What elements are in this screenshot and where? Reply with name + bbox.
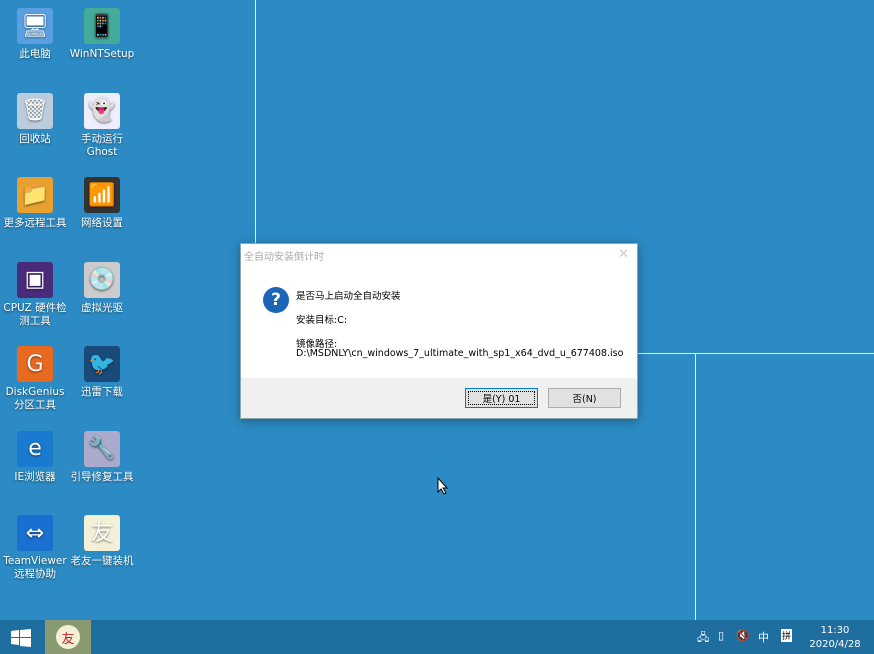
desktop-icon[interactable]: 📱 WinNTSetup — [68, 8, 136, 61]
desktop-icon-label: 回收站 — [19, 132, 51, 145]
question-text: 是否马上启动全自动安装 — [296, 291, 401, 302]
app-icon: G — [17, 346, 53, 382]
desktop-icon-label: 手动运行Ghost — [81, 132, 123, 158]
divider — [638, 353, 874, 354]
desktop-icon[interactable]: ▣ CPUZ 硬件检测工具 — [1, 261, 69, 328]
volume-muted-icon[interactable]: 🔇 — [736, 629, 750, 642]
clock-date: 2020/4/28 — [809, 639, 861, 650]
desktop-icon-label: 虚拟光驱 — [81, 301, 123, 314]
desktop-icon[interactable]: G DiskGenius分区工具 — [1, 346, 69, 412]
desktop-icon[interactable]: 友老友一键装机 — [68, 515, 136, 568]
app-icon: 📶 — [84, 177, 120, 213]
ime-indicator[interactable]: 中 — [758, 629, 769, 645]
dialog-title: 全自动安装倒计时 — [244, 252, 324, 263]
divider — [695, 353, 696, 620]
desktop-icon[interactable]: 🖥 此电脑 — [1, 8, 69, 61]
desktop-icon-label: 引导修复工具 — [70, 470, 134, 483]
yes-button[interactable]: 是(Y) 01 — [465, 388, 538, 408]
desktop-icon-label: 此电脑 — [19, 48, 51, 60]
app-icon: 💿 — [84, 261, 120, 298]
clock-time: 11:30 — [820, 625, 850, 636]
desktop-icon[interactable]: ⇔ TeamViewer远程协助 — [1, 515, 69, 581]
target-text: 安装目标:C: — [296, 315, 348, 326]
desktop-icon[interactable]: e IE浏览器 — [1, 430, 69, 484]
app-icon: e — [17, 430, 53, 467]
taskbar: 友 🖧 ▯ 🔇 中 拼 11:30 2020/4/28 — [0, 620, 874, 654]
desktop-icon-label: TeamViewer远程协助 — [3, 555, 67, 580]
desktop-icon-label: CPUZ 硬件检测工具 — [3, 301, 67, 327]
close-icon[interactable]: ✕ — [618, 247, 629, 262]
app-icon: 📱 — [84, 8, 120, 44]
divider — [255, 0, 256, 243]
desktop-icon-label: 老友一键装机 — [70, 555, 134, 567]
desktop-icon-label: 更多远程工具 — [3, 217, 67, 229]
usb-icon[interactable]: ▯ — [718, 629, 724, 642]
app-icon: 🔧 — [84, 430, 120, 467]
windows-start-icon[interactable] — [11, 629, 31, 647]
question-icon: ? — [263, 287, 289, 313]
desktop-icon[interactable]: 🐦 迅雷下载 — [68, 346, 136, 399]
app-icon: 友 — [84, 515, 120, 551]
image-path: D:\MSDNLY\cn_windows_7_ultimate_with_sp1… — [296, 348, 624, 359]
app-icon: 📁 — [17, 177, 53, 213]
app-icon: ▣ — [17, 261, 53, 298]
app-icon: ⇔ — [17, 515, 53, 551]
mouse-cursor-icon — [437, 477, 449, 495]
desktop-icon-label: IE浏览器 — [14, 470, 56, 483]
desktop-icon[interactable]: 🗑 回收站 — [1, 92, 69, 146]
desktop-icon-label: 迅雷下载 — [81, 386, 123, 398]
no-button[interactable]: 否(N) — [548, 388, 621, 408]
desktop-icon-label: WinNTSetup — [69, 48, 135, 60]
taskbar-app-laoyou[interactable]: 友 — [45, 620, 91, 654]
install-countdown-dialog: 全自动安装倒计时 ✕ ? 是否马上启动全自动安装 安装目标:C: 镜像路径: D… — [240, 243, 638, 419]
desktop-icon[interactable]: 🔧 引导修复工具 — [68, 430, 136, 484]
laoyou-icon: 友 — [56, 625, 80, 649]
app-icon: 👻 — [84, 92, 120, 129]
network-icon[interactable]: 🖧 — [697, 629, 709, 648]
desktop-icon-label: DiskGenius分区工具 — [5, 386, 65, 411]
desktop-icon-label: 网络设置 — [81, 217, 123, 229]
desktop-icon[interactable]: 📁 更多远程工具 — [1, 177, 69, 230]
clock[interactable]: 11:30 2020/4/28 — [805, 624, 865, 652]
ime-mode-icon[interactable]: 拼 — [781, 629, 793, 642]
app-icon: 🗑 — [17, 92, 53, 129]
desktop-icon[interactable]: 👻 手动运行Ghost — [68, 92, 136, 159]
dialog-footer: 是(Y) 01 否(N) — [241, 378, 637, 418]
desktop-icon[interactable]: 📶 网络设置 — [68, 177, 136, 230]
app-icon: 🖥 — [17, 8, 53, 44]
app-icon: 🐦 — [84, 346, 120, 382]
desktop-icon[interactable]: 💿 虚拟光驱 — [68, 261, 136, 315]
